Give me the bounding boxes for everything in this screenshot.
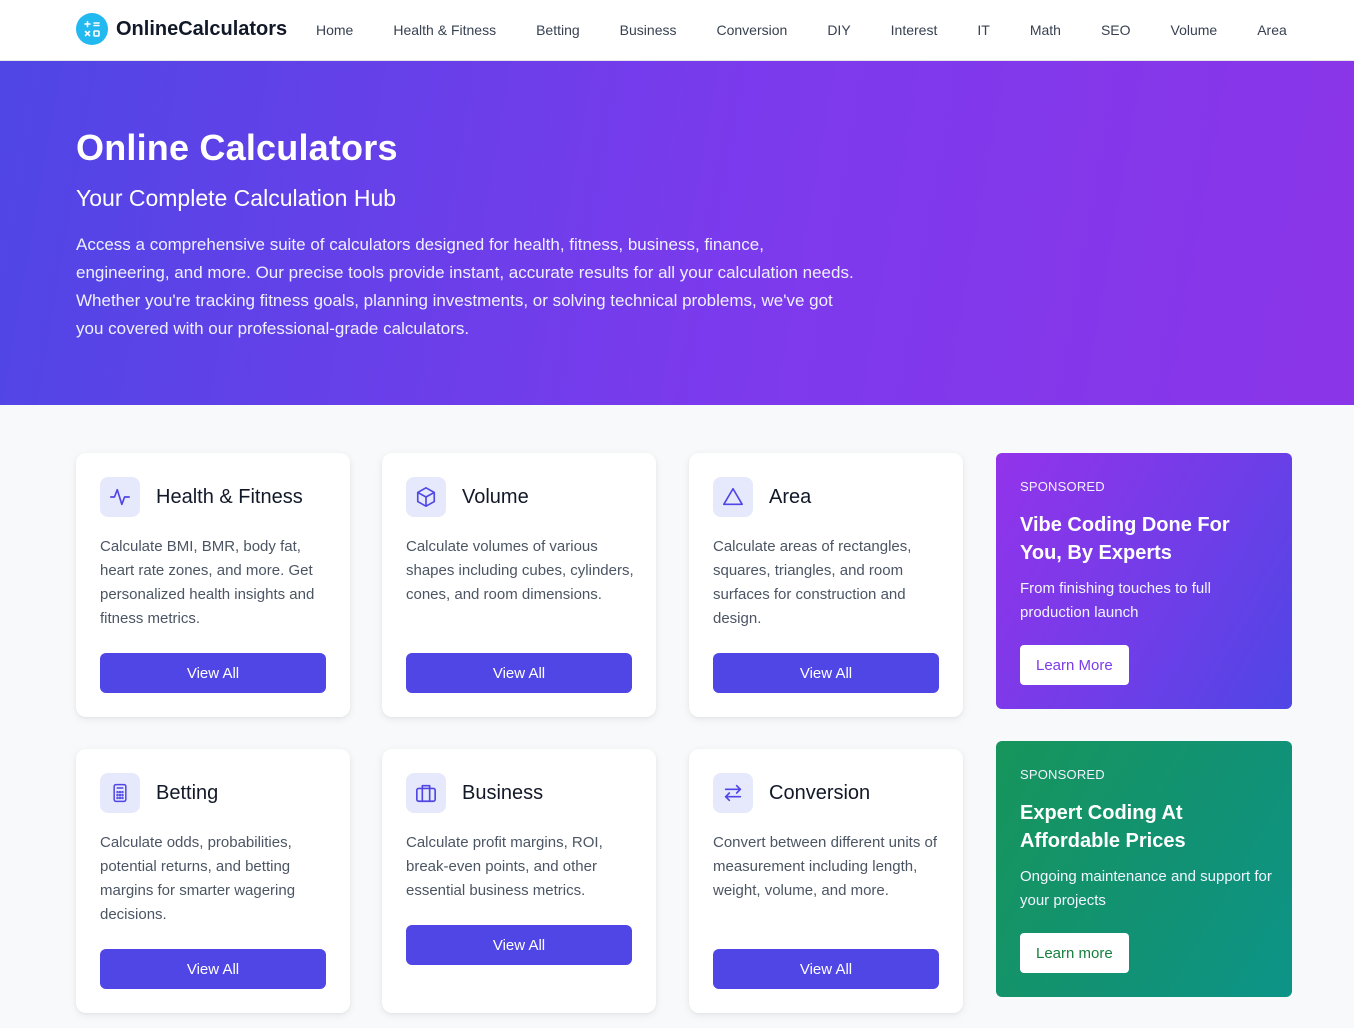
card-description: Convert between different units of measu…: [713, 834, 938, 899]
view-all-button-betting[interactable]: View All: [100, 949, 326, 989]
nav-link-betting[interactable]: Betting: [536, 22, 580, 38]
sponsored-ad-vibe-coding: SPONSORED Vibe Coding Done For You, By E…: [996, 453, 1292, 709]
card-title: Betting: [156, 781, 219, 804]
ad-text: From finishing touches to full productio…: [1020, 580, 1211, 621]
card-description: Calculate areas of rectangles, squares, …: [713, 538, 912, 627]
card-title: Area: [769, 485, 812, 508]
brand-logo-link[interactable]: OnlineCalculators: [76, 13, 287, 45]
nav-link-seo[interactable]: SEO: [1101, 22, 1131, 38]
category-card-volume: Volume Calculate volumes of various shap…: [382, 453, 656, 717]
nav-link-business[interactable]: Business: [620, 22, 677, 38]
card-title: Conversion: [769, 781, 871, 804]
view-all-button-business[interactable]: View All: [406, 925, 632, 965]
sponsored-label: SPONSORED: [1020, 767, 1105, 782]
cube-icon: [406, 477, 446, 517]
ad-title: Vibe Coding Done For You, By Experts: [1020, 514, 1230, 564]
nav-link-conversion[interactable]: Conversion: [716, 22, 787, 38]
category-card-business: Business Calculate profit margins, ROI, …: [382, 749, 656, 1013]
card-title: Health & Fitness: [156, 485, 303, 508]
learn-more-button[interactable]: Learn More: [1020, 645, 1129, 685]
top-navbar: OnlineCalculators Home Health & Fitness …: [0, 0, 1354, 61]
card-title: Volume: [462, 485, 529, 508]
view-all-button-health-fitness[interactable]: View All: [100, 653, 326, 693]
calculator-logo-icon: [76, 13, 108, 45]
card-header: Area: [713, 477, 811, 517]
view-all-button-volume[interactable]: View All: [406, 653, 632, 693]
nav-link-home[interactable]: Home: [316, 22, 353, 38]
triangle-icon: [713, 477, 753, 517]
nav-link-health-fitness[interactable]: Health & Fitness: [393, 22, 496, 38]
card-description: Calculate odds, probabilities, potential…: [100, 834, 296, 923]
arrows-swap-icon: [713, 773, 753, 813]
category-card-health-fitness: Health & Fitness Calculate BMI, BMR, bod…: [76, 453, 350, 717]
hero-section: Online Calculators Your Complete Calcula…: [0, 61, 1354, 405]
nav-link-diy[interactable]: DIY: [827, 22, 850, 38]
sponsored-ad-expert-coding: SPONSORED Expert Coding At Affordable Pr…: [996, 741, 1292, 997]
view-all-button-conversion[interactable]: View All: [713, 949, 939, 989]
nav-link-area[interactable]: Area: [1257, 22, 1287, 38]
nav-link-math[interactable]: Math: [1030, 22, 1061, 38]
ad-text: Ongoing maintenance and support for your…: [1020, 868, 1272, 909]
hero-description: Access a comprehensive suite of calculat…: [76, 235, 854, 338]
main-nav: Home Health & Fitness Betting Business C…: [316, 22, 1327, 38]
card-header: Betting: [100, 773, 218, 813]
category-card-area: Area Calculate areas of rectangles, squa…: [689, 453, 963, 717]
card-header: Health & Fitness: [100, 477, 303, 517]
card-header: Conversion: [713, 773, 870, 813]
card-title: Business: [462, 781, 544, 804]
card-description: Calculate profit margins, ROI, break-eve…: [406, 834, 603, 899]
activity-icon: [100, 477, 140, 517]
card-header: Business: [406, 773, 543, 813]
brand-name: OnlineCalculators: [116, 17, 288, 40]
hero-subtitle: Your Complete Calculation Hub: [76, 185, 397, 211]
card-description: Calculate volumes of various shapes incl…: [406, 538, 634, 603]
category-card-betting: Betting Calculate odds, probabilities, p…: [76, 749, 350, 1013]
nav-link-interest[interactable]: Interest: [891, 22, 938, 38]
sponsored-label: SPONSORED: [1020, 479, 1105, 494]
hero-title: Online Calculators: [76, 127, 398, 168]
nav-link-it[interactable]: IT: [977, 22, 989, 38]
card-header: Volume: [406, 477, 529, 517]
category-card-conversion: Conversion Convert between different uni…: [689, 749, 963, 1013]
ad-title: Expert Coding At Affordable Prices: [1020, 802, 1186, 852]
briefcase-icon: [406, 773, 446, 813]
view-all-button-area[interactable]: View All: [713, 653, 939, 693]
card-description: Calculate BMI, BMR, body fat, heart rate…: [100, 538, 315, 627]
calculator-icon: [100, 773, 140, 813]
learn-more-button[interactable]: Learn more: [1020, 933, 1129, 973]
nav-link-volume[interactable]: Volume: [1171, 22, 1218, 38]
